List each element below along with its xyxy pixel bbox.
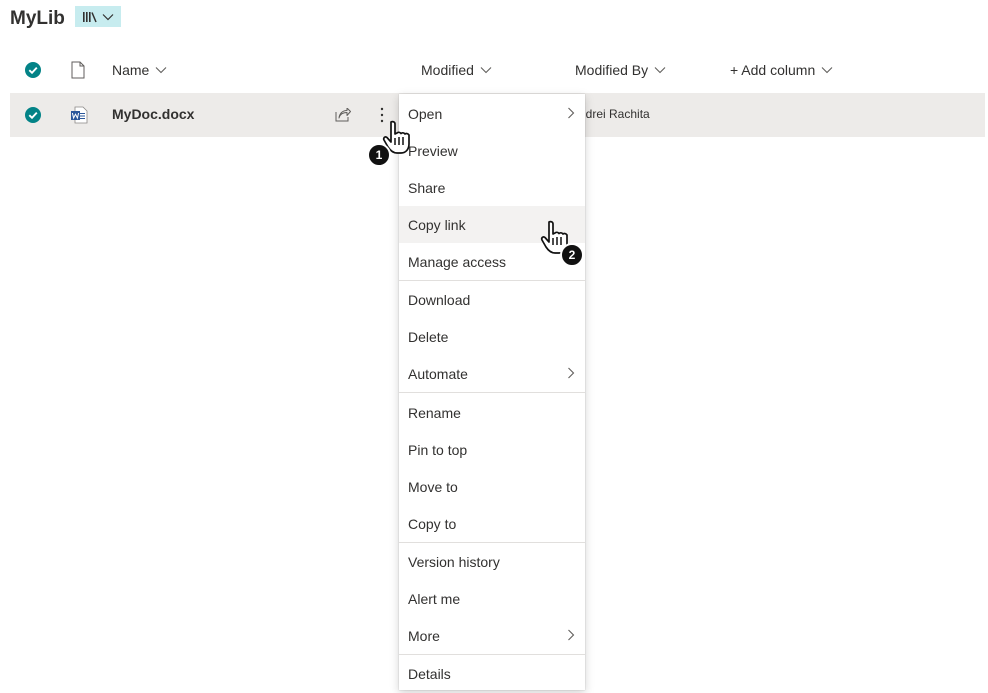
- chevron-down-icon: [102, 13, 114, 20]
- context-menu: Open Preview Share Copy link Manage acce…: [399, 94, 585, 690]
- chevron-down-icon: [155, 67, 167, 74]
- chevron-down-icon: [654, 67, 666, 74]
- file-name-link[interactable]: MyDoc.docx: [112, 106, 194, 122]
- menu-item-share[interactable]: Share: [399, 169, 585, 206]
- chevron-right-icon: [568, 629, 575, 641]
- word-document-icon: [71, 106, 88, 124]
- chevron-down-icon: [480, 67, 492, 74]
- chevron-down-icon: [821, 67, 833, 74]
- select-all-checkmark-icon[interactable]: [25, 62, 41, 78]
- column-header-name[interactable]: Name: [112, 62, 167, 78]
- menu-item-open[interactable]: Open: [399, 95, 585, 132]
- library-title: MyLib: [10, 8, 65, 29]
- menu-item-download[interactable]: Download: [399, 281, 585, 318]
- menu-item-copy-to[interactable]: Copy to: [399, 505, 585, 542]
- modified-by-cell: ndrei Rachita: [579, 107, 650, 121]
- menu-item-details[interactable]: Details: [399, 655, 585, 692]
- menu-item-alert-me[interactable]: Alert me: [399, 580, 585, 617]
- menu-item-preview[interactable]: Preview: [399, 132, 585, 169]
- menu-item-more[interactable]: More: [399, 617, 585, 654]
- menu-item-label: More: [408, 627, 440, 644]
- row-checkmark-icon[interactable]: [25, 107, 41, 123]
- column-header-modified-label: Modified: [421, 62, 474, 78]
- menu-item-pin-to-top[interactable]: Pin to top: [399, 431, 585, 468]
- menu-divider: [399, 392, 585, 393]
- menu-item-rename[interactable]: Rename: [399, 394, 585, 431]
- menu-item-label: Share: [408, 179, 446, 196]
- step-badge-2: 2: [560, 243, 584, 267]
- column-header-modified-by-label: Modified By: [575, 62, 649, 78]
- menu-item-delete[interactable]: Delete: [399, 318, 585, 355]
- menu-item-automate[interactable]: Automate: [399, 355, 585, 392]
- menu-item-label: Pin to top: [408, 441, 468, 458]
- menu-item-label: Alert me: [408, 590, 461, 607]
- menu-item-label: Rename: [408, 404, 461, 421]
- menu-item-label: Manage access: [408, 253, 507, 270]
- menu-item-label: Version history: [408, 553, 500, 570]
- menu-item-label: Delete: [408, 328, 449, 345]
- menu-item-label: Copy link: [408, 216, 466, 233]
- step-badge-1: 1: [367, 143, 391, 167]
- menu-item-move-to[interactable]: Move to: [399, 468, 585, 505]
- column-header-name-label: Name: [112, 62, 150, 78]
- menu-item-label: Move to: [408, 478, 458, 495]
- column-header-modified[interactable]: Modified: [421, 62, 492, 78]
- add-column-button[interactable]: + Add column: [730, 62, 833, 78]
- add-column-label: + Add column: [730, 62, 816, 78]
- menu-item-version-history[interactable]: Version history: [399, 543, 585, 580]
- menu-item-label: Copy to: [408, 515, 457, 532]
- chevron-right-icon: [568, 367, 575, 379]
- column-header-modified-by[interactable]: Modified By: [575, 62, 666, 78]
- menu-item-label: Download: [408, 291, 471, 308]
- view-switcher[interactable]: [75, 6, 121, 27]
- share-icon[interactable]: [335, 108, 351, 122]
- library-icon: [83, 11, 97, 22]
- chevron-right-icon: [568, 107, 575, 119]
- file-type-icon: [71, 61, 85, 79]
- menu-item-label: Details: [408, 665, 451, 682]
- menu-item-label: Automate: [408, 365, 468, 382]
